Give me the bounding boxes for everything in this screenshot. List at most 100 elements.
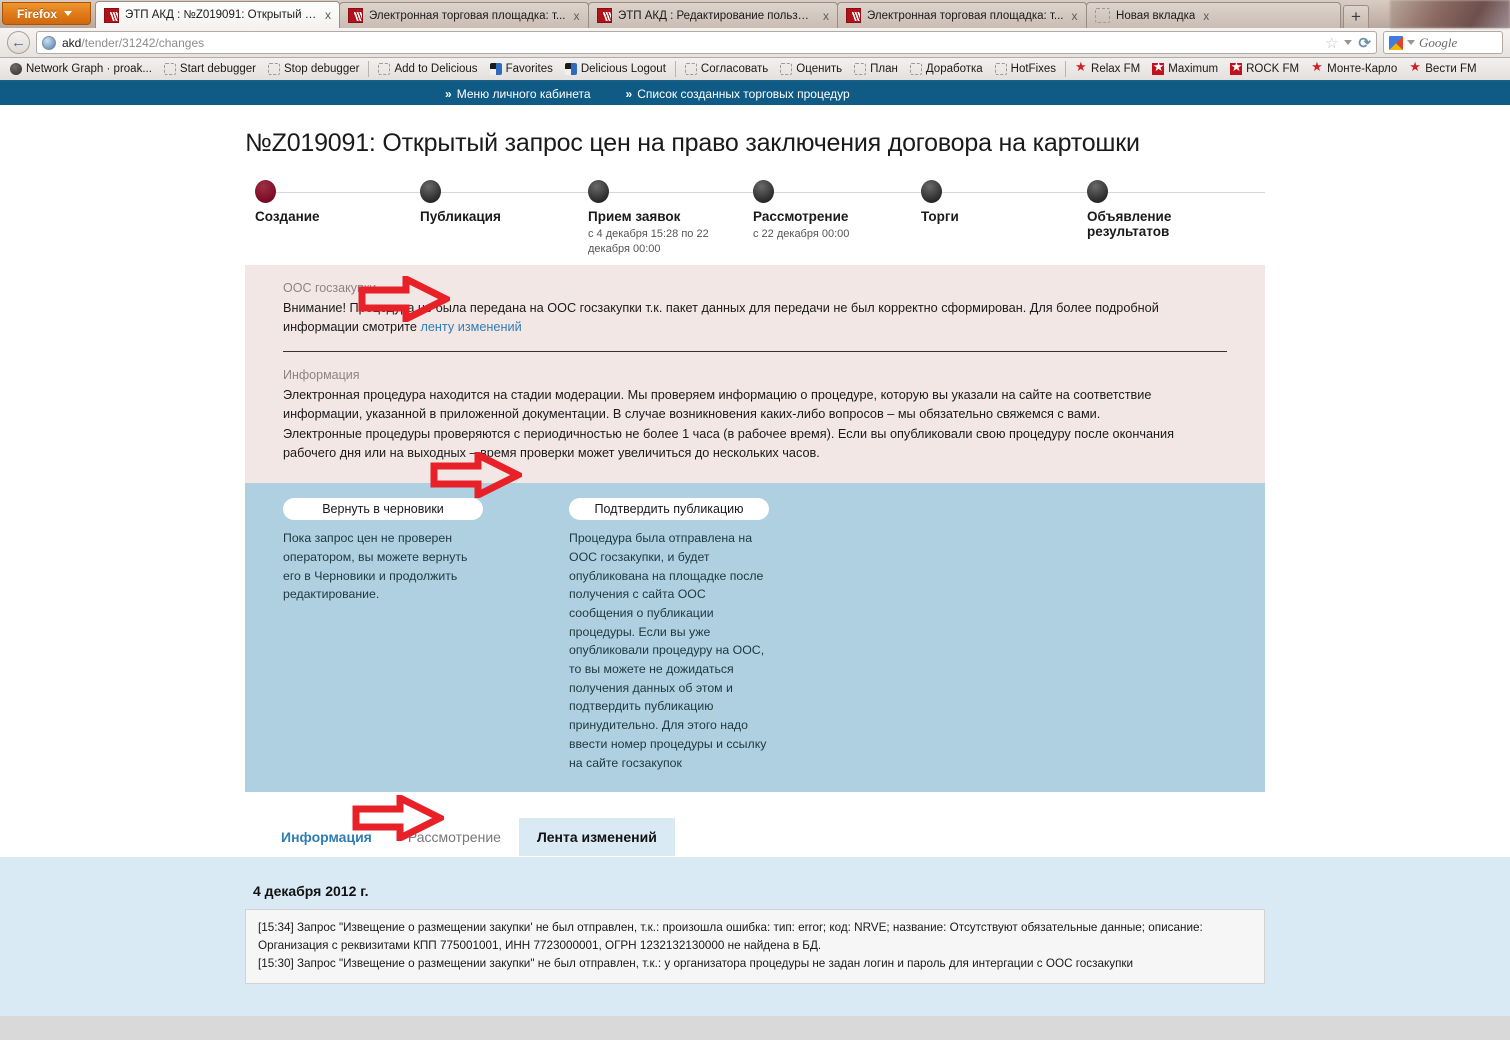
browser-tab-4[interactable]: Электронная торговая площадка: т... x — [837, 2, 1088, 28]
bookmark-label: HotFixes — [1010, 63, 1057, 75]
step-dot — [921, 180, 942, 203]
step-dot — [420, 180, 441, 203]
blank-icon — [909, 63, 922, 75]
chevron-down-icon[interactable] — [1344, 40, 1353, 45]
bookmark-label: Favorites — [505, 63, 553, 75]
tab-rassmotrenie[interactable]: Рассмотрение — [390, 818, 519, 856]
bookmark-soglasovat[interactable]: Согласовать — [679, 61, 774, 77]
step-sublabel: с 22 декабря 00:00 — [753, 228, 850, 240]
bookmark-star-icon[interactable]: ☆ — [1325, 34, 1338, 52]
nav-label: Список созданных торговых процедур — [637, 86, 850, 101]
navigation-toolbar: ← akd/tender/31242/changes ☆ ⟳ Google — [0, 28, 1510, 58]
star-outline-icon — [1311, 60, 1323, 75]
close-icon[interactable]: x — [572, 10, 582, 22]
step-obyavlenie-rezultatov[interactable]: Объявление результатов — [1087, 180, 1197, 239]
star-boxed-icon — [1152, 60, 1164, 75]
bookmark-vesti-fm[interactable]: Вести FM — [1403, 60, 1482, 77]
google-icon — [1389, 35, 1403, 50]
dark-circle-icon — [10, 63, 22, 75]
confirm-publication-button[interactable]: Подтвердить публикацию — [569, 498, 769, 521]
page-footer: ООО «Аукционный Конкурсный Дом» © 2008 -… — [0, 1015, 1510, 1040]
bookmark-label: Relax FM — [1091, 63, 1141, 75]
bookmark-network-graph[interactable]: Network Graph · proak... — [4, 61, 158, 77]
step-rassmotrenie[interactable]: Рассмотрение с 22 декабря 00:00 — [753, 180, 888, 242]
double-chevron-right-icon: » — [625, 86, 633, 101]
bookmark-ocenit[interactable]: Оценить — [774, 61, 848, 77]
bookmark-label: Add to Delicious — [394, 63, 478, 75]
bookmark-delicious-logout[interactable]: Delicious Logout — [559, 61, 672, 77]
double-chevron-right-icon: » — [445, 86, 452, 101]
bookmark-favorites[interactable]: Favorites — [484, 61, 559, 77]
browser-tab-3[interactable]: ЭТП АКД : Редактирование пользов... x — [588, 2, 839, 28]
bookmark-rock-fm[interactable]: ROCK FM — [1224, 60, 1305, 77]
step-label: Торги — [921, 209, 959, 224]
action-column-drafts: Вернуть в черновики Пока запрос цен не п… — [283, 498, 483, 772]
tab-title: ЭТП АКД : Редактирование пользов... — [618, 9, 816, 22]
new-tab-button[interactable]: + — [1343, 5, 1370, 28]
bookmark-start-debugger[interactable]: Start debugger — [158, 61, 262, 77]
bookmark-add-to-delicious[interactable]: Add to Delicious — [372, 61, 483, 77]
browser-tab-5[interactable]: Новая вкладка x — [1086, 2, 1342, 28]
akd-logo-icon — [348, 8, 364, 23]
nav-label: Меню личного кабинета — [456, 86, 591, 101]
reload-icon[interactable]: ⟳ — [1358, 34, 1371, 52]
divider — [283, 351, 1227, 353]
close-icon[interactable]: x — [1070, 10, 1080, 22]
bookmark-hotfixes[interactable]: HotFixes — [989, 61, 1062, 77]
blank-icon — [378, 63, 391, 75]
nav-link-procedures-list[interactable]: » Список созданных торговых процедур — [626, 87, 850, 101]
close-icon[interactable]: x — [1201, 10, 1211, 22]
page-title: №Z019091: Открытый запрос цен на право з… — [245, 129, 1140, 157]
back-arrow-icon[interactable]: ← — [7, 31, 30, 54]
notice-panel: ООС госзакупки Внимание! Процедура не бы… — [245, 265, 1265, 484]
confirm-publication-description: Процедура была отправлена на ООС госзаку… — [569, 531, 767, 770]
bookmark-dorabotka[interactable]: Доработка — [904, 61, 989, 77]
delicious-icon — [489, 63, 502, 75]
step-torgi[interactable]: Торги — [921, 180, 959, 224]
bookmark-stop-debugger[interactable]: Stop debugger — [262, 61, 365, 77]
blank-icon — [163, 63, 176, 75]
bookmark-relax-fm[interactable]: Relax FM — [1069, 60, 1146, 77]
search-bar[interactable]: Google — [1383, 31, 1503, 54]
search-engine-label: Google — [1419, 34, 1458, 50]
notice-heading: ООС госзакупки — [283, 281, 377, 295]
close-icon[interactable]: x — [821, 10, 831, 22]
page-tabs: Информация Рассмотрение Лента изменений — [245, 792, 1265, 858]
bookmark-label: Монте-Карло — [1327, 63, 1398, 75]
bookmark-plan[interactable]: План — [848, 61, 904, 77]
bookmark-monte-carlo[interactable]: Монте-Карло — [1305, 60, 1403, 77]
chevron-down-icon[interactable] — [1407, 40, 1415, 45]
star-outline-icon — [1075, 60, 1087, 75]
bookmark-maximum[interactable]: Maximum — [1146, 60, 1224, 77]
tab-title: Электронная торговая площадка: т... — [369, 9, 566, 22]
return-to-drafts-button[interactable]: Вернуть в черновики — [283, 498, 483, 521]
close-icon[interactable]: x — [323, 9, 333, 21]
akd-logo-icon — [104, 7, 120, 23]
tab-lenta-izmeneniy[interactable]: Лента изменений — [518, 818, 675, 857]
blank-icon — [854, 63, 867, 75]
changelog-entry: [15:30] Запрос "Извещение о размещении з… — [258, 957, 1134, 971]
tab-title: Электронная торговая площадка: т... — [867, 9, 1064, 22]
step-dot-current — [255, 180, 276, 203]
url-bar[interactable]: akd/tender/31242/changes ☆ ⟳ — [36, 31, 1377, 54]
nav-link-personal-cabinet[interactable]: » Меню личного кабинета — [445, 87, 591, 101]
bookmark-label: Согласовать — [700, 63, 769, 75]
site-navigation: » Меню личного кабинета » Список созданн… — [0, 82, 1510, 105]
tab-informaciya[interactable]: Информация — [263, 818, 390, 856]
tab-title: ЭТП АКД : №Z019091: Открытый зап... — [125, 9, 318, 21]
bookmark-label: ROCK FM — [1246, 63, 1300, 75]
step-publikaciya[interactable]: Публикация — [420, 180, 501, 224]
notice-body: Внимание! Процедура не была передана на … — [283, 299, 1227, 337]
firefox-menu-button[interactable]: Firefox — [2, 2, 92, 25]
divider — [674, 61, 676, 77]
step-sozdanie[interactable]: Создание — [255, 180, 320, 224]
blank-icon — [684, 63, 697, 75]
blank-page-icon — [1095, 8, 1111, 23]
info-heading: Информация — [283, 368, 360, 383]
step-priem-zayavok[interactable]: Прием заявок с 4 декабря 15:28 по 22 дек… — [588, 180, 723, 257]
bookmark-label: План — [870, 63, 898, 75]
star-boxed-icon — [1230, 60, 1242, 75]
browser-tab-1[interactable]: ЭТП АКД : №Z019091: Открытый зап... x — [95, 1, 341, 28]
changelog-link[interactable]: ленту изменений — [420, 320, 521, 334]
browser-tab-2[interactable]: Электронная торговая площадка: т... x — [339, 2, 590, 28]
